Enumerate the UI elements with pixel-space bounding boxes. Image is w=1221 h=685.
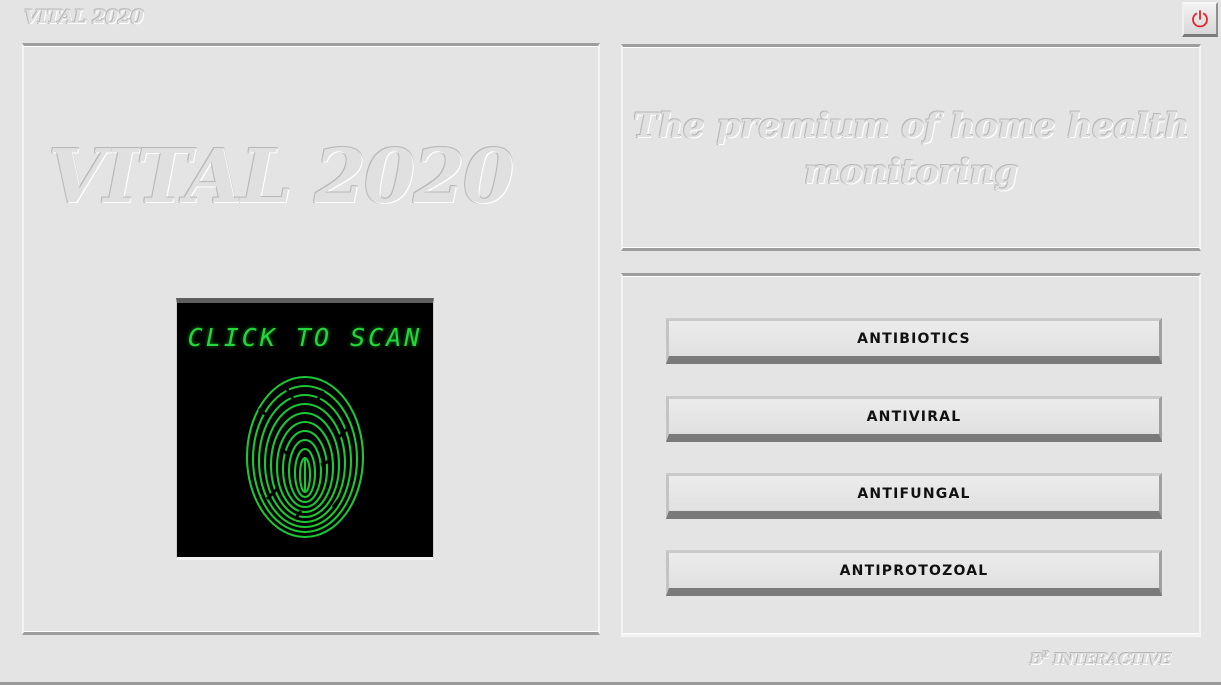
app-title-small: VITAL 2020 [24, 6, 144, 28]
antiviral-label: ANTIVIRAL [866, 408, 962, 425]
tagline: The premium of home health monitoring [633, 106, 1189, 192]
scan-panel: VITAL 2020 CLICK TO SCAN [22, 43, 600, 635]
fingerprint-icon [245, 375, 365, 539]
power-button[interactable] [1182, 2, 1218, 37]
antifungal-label: ANTIFUNGAL [857, 485, 971, 502]
antiviral-button[interactable]: ANTIVIRAL [666, 396, 1162, 442]
fingerprint-scanner[interactable]: CLICK TO SCAN [176, 298, 434, 560]
antibiotics-button[interactable]: ANTIBIOTICS [666, 318, 1162, 364]
scan-label: CLICK TO SCAN [187, 323, 423, 352]
brand-logo: B2 INTERACTIVE [1030, 650, 1171, 668]
app-title-large: VITAL 2020 [48, 134, 514, 220]
brand-sup: 2 [1042, 651, 1049, 661]
antiprotozoal-button[interactable]: ANTIPROTOZOAL [666, 550, 1162, 596]
power-icon [1192, 10, 1208, 28]
antiprotozoal-label: ANTIPROTOZOAL [839, 562, 989, 579]
antifungal-button[interactable]: ANTIFUNGAL [666, 473, 1162, 519]
antibiotics-label: ANTIBIOTICS [857, 330, 971, 347]
tagline-panel: The premium of home health monitoring [621, 44, 1201, 251]
category-panel: ANTIBIOTICS ANTIVIRAL ANTIFUNGAL ANTIPRO… [621, 273, 1201, 637]
brand-prefix: B [1030, 650, 1043, 668]
brand-name: INTERACTIVE [1053, 650, 1171, 668]
